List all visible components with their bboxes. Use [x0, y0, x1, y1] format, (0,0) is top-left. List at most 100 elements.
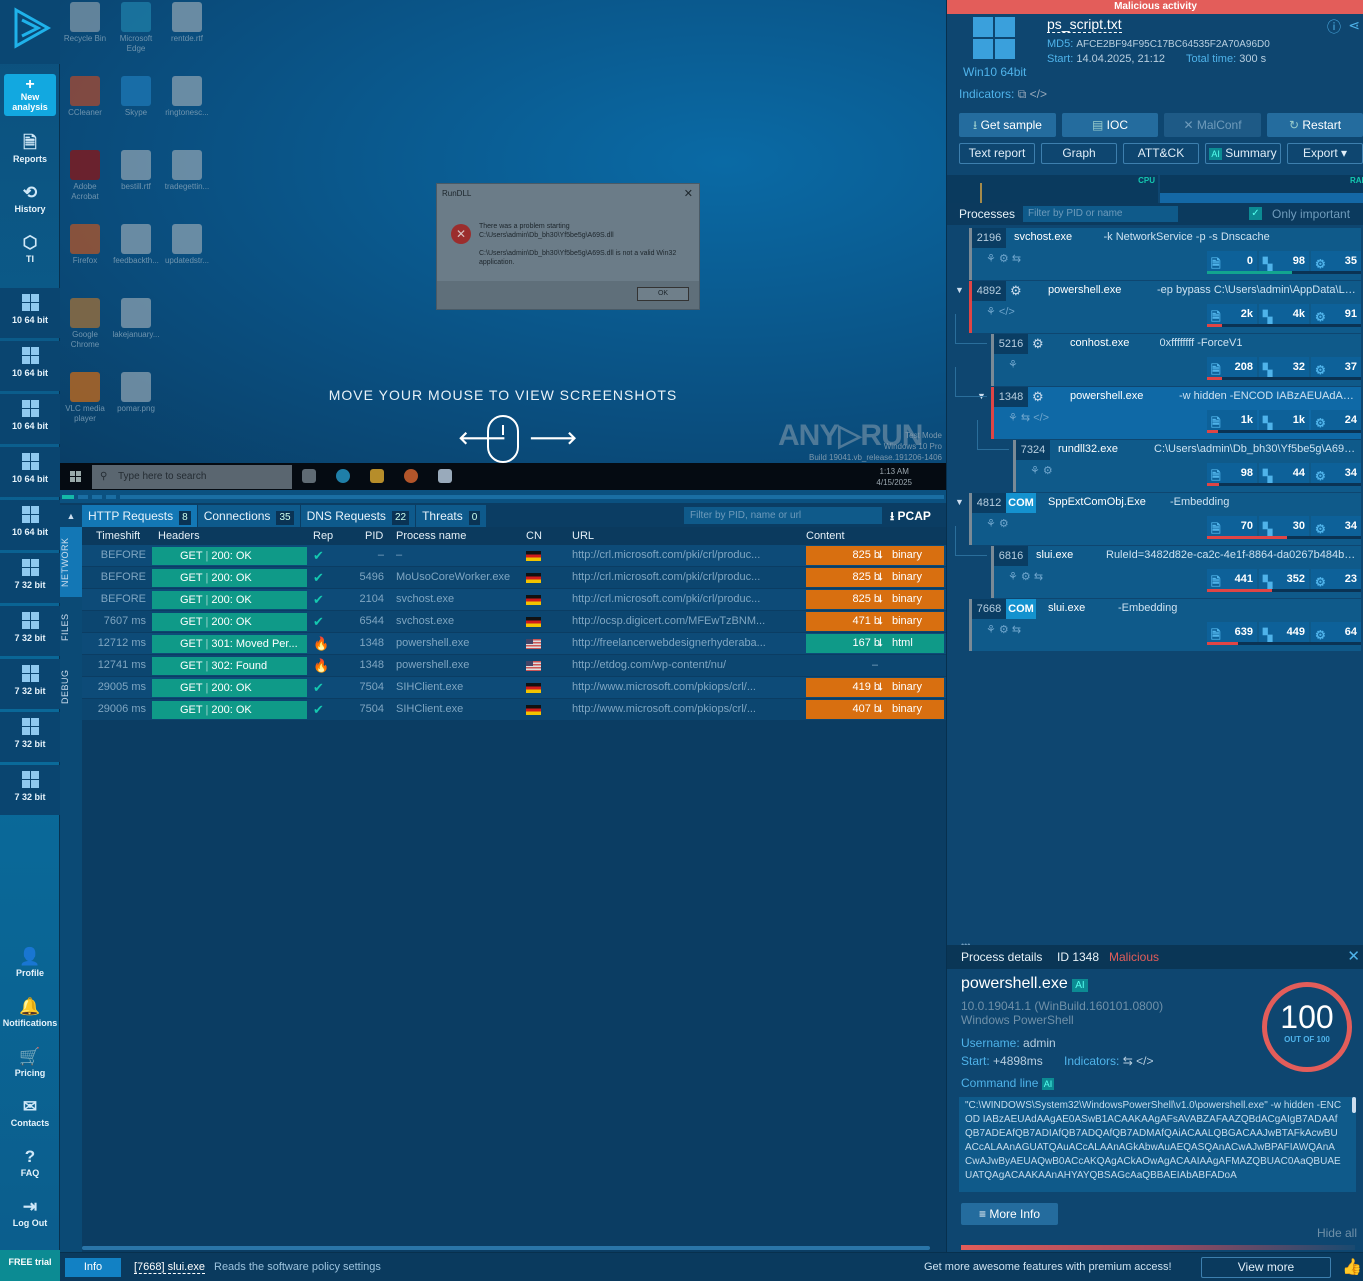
- desktop-icon[interactable]: updatedstr...: [162, 224, 212, 266]
- side-tab-files[interactable]: FILES: [60, 597, 82, 657]
- tab-http-requests[interactable]: HTTP Requests 8: [82, 505, 197, 527]
- view-more-button[interactable]: View more: [1201, 1257, 1331, 1278]
- desktop-icon[interactable]: Recycle Bin: [60, 2, 110, 44]
- app-icon: [70, 298, 100, 328]
- sidebar-os-item[interactable]: 10 64 bit: [0, 288, 60, 338]
- process-row[interactable]: 5216 ⚙ conhost.exe 0xffffffff -ForceV1 ⚘ 🗎 208…: [991, 334, 1361, 386]
- collapse-icon[interactable]: ▲: [60, 505, 82, 527]
- screenshot-timeline[interactable]: [60, 490, 946, 503]
- pcap-download-button[interactable]: ⭳ PCAP: [890, 507, 931, 528]
- sidebar-item-log-out[interactable]: ⇥ Log Out: [0, 1196, 60, 1228]
- tab-dns-requests[interactable]: DNS Requests 22: [300, 505, 416, 527]
- share-icon[interactable]: ⋖: [1348, 17, 1360, 34]
- process-row[interactable]: 1348 ⚙ powershell.exe -w hidden -ENCOD IABz…: [991, 387, 1361, 439]
- sidebar-os-item[interactable]: 7 32 bit: [0, 712, 60, 762]
- ioc-button[interactable]: ▤ IOC: [1062, 113, 1158, 137]
- sidebar-os-item[interactable]: 10 64 bit: [0, 500, 60, 550]
- code-icon[interactable]: </>: [1136, 1054, 1153, 1068]
- desktop-icon[interactable]: bestill.rtf: [111, 150, 161, 192]
- network-icon[interactable]: ⇆: [1123, 1054, 1133, 1068]
- attck-button[interactable]: ATT&CK: [1123, 143, 1199, 164]
- summary-button[interactable]: AI Summary: [1205, 143, 1281, 164]
- new-analysis-button[interactable]: + New analysis: [4, 74, 56, 116]
- desktop-icon[interactable]: ringtonesc...: [162, 76, 212, 118]
- http-request-row[interactable]: 7607 ms GET | 200: OK ✔ 6544 svchost.exe http…: [82, 611, 946, 632]
- desktop-icon[interactable]: lakejanuary...: [111, 298, 161, 340]
- desktop-icon[interactable]: Microsoft Edge: [111, 2, 161, 54]
- hide-all-link[interactable]: Hide all: [1317, 1226, 1357, 1240]
- get-sample-button[interactable]: ⭳ Get sample: [959, 113, 1056, 137]
- http-request-row[interactable]: BEFORE GET | 200: OK ✔ 2104 svchost.exe http:…: [82, 589, 946, 610]
- vm-screenshot[interactable]: RunDLL ✕ ✕ There was a problem starting C…: [60, 0, 946, 463]
- side-tab-network[interactable]: NETWORK: [60, 527, 82, 597]
- desktop-icon[interactable]: Google Chrome: [60, 298, 110, 350]
- command-line-box[interactable]: "C:\WINDOWS\System32\WindowsPowerShell\v…: [959, 1097, 1356, 1192]
- desktop-icon[interactable]: Skype: [111, 76, 161, 118]
- expand-toggle-icon[interactable]: ▼: [955, 497, 964, 507]
- desktop-icon[interactable]: CCleaner: [60, 76, 110, 118]
- process-row[interactable]: 4892 ⚙ powershell.exe -ep bypass C:\Users\a…: [969, 281, 1361, 333]
- sidebar-os-item[interactable]: 10 64 bit: [0, 394, 60, 444]
- malconf-button[interactable]: ✕ MalConf: [1164, 113, 1261, 137]
- info-icon[interactable]: ⓘ: [1327, 17, 1341, 37]
- sidebar-os-item[interactable]: 10 64 bit: [0, 341, 60, 391]
- document-icon: 🗎: [23, 133, 37, 152]
- status-process-link[interactable]: [7668] slui.exe: [134, 1261, 205, 1274]
- cmd-scrollbar[interactable]: [1352, 1097, 1356, 1113]
- side-tab-debug[interactable]: DEBUG: [60, 657, 82, 717]
- sidebar-os-item[interactable]: 10 64 bit: [0, 447, 60, 497]
- sidebar-os-item[interactable]: 7 32 bit: [0, 606, 60, 656]
- close-icon[interactable]: ✕: [1347, 947, 1360, 965]
- only-important-checkbox[interactable]: ✓: [1249, 207, 1262, 220]
- process-row[interactable]: 6816 slui.exe RuleId=3482d82e-ca2c-4e1f-88…: [991, 546, 1361, 598]
- desktop-icon[interactable]: rentde.rtf: [162, 2, 212, 44]
- text-report-button[interactable]: Text report: [959, 143, 1035, 164]
- sidebar-os-item[interactable]: 7 32 bit: [0, 553, 60, 603]
- sidebar-os-item[interactable]: 7 32 bit: [0, 659, 60, 709]
- sidebar-item-history[interactable]: ⟲ History: [0, 182, 60, 214]
- expand-toggle-icon[interactable]: ▼: [955, 285, 964, 295]
- file-name[interactable]: ps_script.txt: [1047, 16, 1122, 33]
- sidebar-item-pricing[interactable]: 🛒 Pricing: [0, 1046, 60, 1078]
- http-request-row[interactable]: BEFORE GET | 200: OK ✔ 5496 MoUsoCoreWorker.…: [82, 567, 946, 588]
- sidebar-item-reports[interactable]: 🗎 Reports: [0, 132, 60, 164]
- more-info-button[interactable]: ≡ More Info: [961, 1203, 1058, 1225]
- desktop-icon[interactable]: tradegettin...: [162, 150, 212, 192]
- process-row[interactable]: 7668 COM slui.exe -Embedding ⚘ ⚙ ⇆ 🗎 639 ▚ 449 ⚙ 6…: [969, 599, 1361, 651]
- graph-button[interactable]: Graph: [1041, 143, 1117, 164]
- desktop-icon[interactable]: Adobe Acrobat: [60, 150, 110, 202]
- horizontal-scrollbar[interactable]: [82, 1246, 930, 1250]
- code-icon[interactable]: </>: [1030, 87, 1047, 101]
- free-trial-badge[interactable]: FREE trial: [0, 1250, 60, 1281]
- info-button[interactable]: Info: [65, 1258, 121, 1277]
- export-button[interactable]: Export ▾: [1287, 143, 1363, 164]
- restart-button[interactable]: ↻ Restart: [1267, 113, 1363, 137]
- process-row[interactable]: 4812 COM SppExtComObj.Exe -Embedding ⚘ ⚙ 🗎 70 ▚…: [969, 493, 1361, 545]
- tab-connections[interactable]: Connections 35: [197, 505, 300, 527]
- desktop-icon[interactable]: feedbackth...: [111, 224, 161, 266]
- sidebar-item-notifications[interactable]: 🔔 Notifications: [0, 996, 60, 1028]
- indicator-copy-icon[interactable]: ⧉: [1018, 87, 1027, 101]
- http-request-row[interactable]: 12712 ms GET | 301: Moved Per... 🔥 1348 powe…: [82, 633, 946, 654]
- thumbs-up-icon[interactable]: 👍: [1342, 1257, 1362, 1277]
- process-row[interactable]: 7324 rundll32.exe C:\Users\admin\Db_bh30\Y…: [1013, 440, 1361, 492]
- sidebar-item-profile[interactable]: 👤 Profile: [0, 946, 60, 978]
- tab-threats[interactable]: Threats 0: [416, 505, 487, 527]
- desktop-icon[interactable]: Firefox: [60, 224, 110, 266]
- sidebar-item-contacts[interactable]: ✉ Contacts: [0, 1096, 60, 1128]
- desktop-icon[interactable]: VLC media player: [60, 372, 110, 424]
- process-indicator-icons: ⚘ ⚙: [986, 518, 1009, 530]
- desktop-icon[interactable]: pomar.png: [111, 372, 161, 414]
- http-request-row[interactable]: 12741 ms GET | 302: Found 🔥 1348 powershell.…: [82, 655, 946, 676]
- sidebar-item-faq[interactable]: ? FAQ: [0, 1146, 60, 1178]
- sidebar-item-ti[interactable]: ⬡ TI: [0, 232, 60, 264]
- anyrun-logo[interactable]: [0, 0, 60, 64]
- http-request-row[interactable]: 29006 ms GET | 200: OK ✔ 7504 SIHClient.exe h…: [82, 699, 946, 720]
- process-filter-input[interactable]: Filter by PID or name: [1023, 206, 1178, 222]
- process-row[interactable]: 2196 svchost.exe -k NetworkService -p -s D…: [969, 228, 1361, 280]
- http-request-row[interactable]: BEFORE GET | 200: OK ✔ – – http://crl.microso…: [82, 545, 946, 566]
- http-filter-input[interactable]: Filter by PID, name or url: [684, 507, 882, 524]
- http-request-row[interactable]: 29005 ms GET | 200: OK ✔ 7504 SIHClient.exe h…: [82, 677, 946, 698]
- sidebar-os-item[interactable]: 7 32 bit: [0, 765, 60, 815]
- arrow-right-icon[interactable]: 🡒: [529, 428, 577, 449]
